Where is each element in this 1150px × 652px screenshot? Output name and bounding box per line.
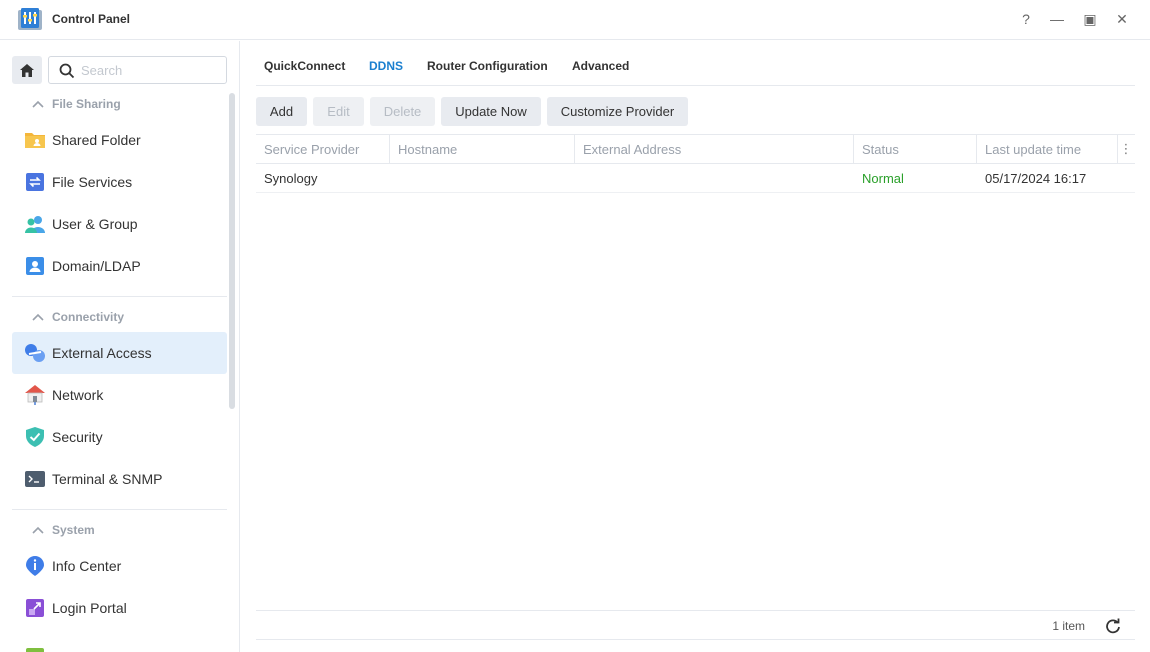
- search-input[interactable]: [81, 61, 221, 79]
- close-button[interactable]: ✕: [1113, 10, 1131, 28]
- sidebar-item-label: User & Group: [52, 216, 138, 232]
- tab-advanced[interactable]: Advanced: [572, 59, 629, 73]
- customize-provider-button[interactable]: Customize Provider: [547, 97, 688, 126]
- section-label: File Sharing: [52, 97, 121, 111]
- search-box[interactable]: [48, 56, 227, 84]
- search-icon: [59, 63, 75, 79]
- update-now-button[interactable]: Update Now: [441, 97, 541, 126]
- regional-options-icon: [24, 639, 46, 652]
- cell-service-provider: Synology: [264, 170, 318, 186]
- sidebar-item-label: Shared Folder: [52, 132, 141, 148]
- ddns-table: Service Provider Hostname External Addre…: [256, 134, 1135, 193]
- user-group-icon: [24, 213, 46, 235]
- file-services-icon: [24, 171, 46, 193]
- maximize-button[interactable]: ▣: [1081, 10, 1099, 28]
- sidebar-item-security[interactable]: Security: [12, 416, 227, 458]
- sidebar-item-label: Login Portal: [52, 600, 127, 616]
- column-header-hostname[interactable]: Hostname: [390, 135, 575, 163]
- delete-button[interactable]: Delete: [370, 97, 435, 126]
- control-panel-app-icon: [18, 8, 42, 30]
- home-icon: [20, 63, 34, 77]
- column-header-external-address[interactable]: External Address: [575, 135, 854, 163]
- sidebar-item-shared-folder[interactable]: Shared Folder: [12, 119, 227, 161]
- chevron-up-icon: [32, 100, 44, 108]
- domain-ldap-icon: [24, 255, 46, 277]
- help-button[interactable]: ?: [1017, 10, 1035, 28]
- login-portal-icon: [24, 597, 46, 619]
- tab-ddns[interactable]: DDNS: [369, 59, 403, 73]
- sidebar-item-label: Terminal & SNMP: [52, 471, 163, 487]
- sidebar-item-network[interactable]: Network: [12, 374, 227, 416]
- security-shield-icon: [24, 426, 46, 448]
- sidebar-item-file-services[interactable]: File Services: [12, 161, 227, 203]
- column-header-service-provider[interactable]: Service Provider: [256, 135, 390, 163]
- tab-router-configuration[interactable]: Router Configuration: [427, 59, 548, 73]
- cell-status: Normal: [862, 170, 904, 186]
- section-connectivity[interactable]: Connectivity: [12, 305, 227, 329]
- sidebar-item-info-center[interactable]: Info Center: [12, 545, 227, 587]
- section-divider: [12, 296, 227, 297]
- sidebar-item-label: External Access: [52, 345, 152, 361]
- add-button[interactable]: Add: [256, 97, 307, 126]
- tab-quickconnect[interactable]: QuickConnect: [264, 59, 345, 73]
- home-button[interactable]: [12, 56, 42, 84]
- section-divider: [12, 509, 227, 510]
- chevron-up-icon: [32, 313, 44, 321]
- section-label: Connectivity: [52, 310, 125, 324]
- cell-hostname: [390, 164, 575, 192]
- sidebar-item-domain-ldap[interactable]: Domain/LDAP: [12, 245, 227, 287]
- minimize-button[interactable]: —: [1048, 10, 1066, 28]
- sidebar-item-label: Info Center: [52, 558, 122, 574]
- edit-button[interactable]: Edit: [313, 97, 364, 126]
- terminal-icon: [24, 468, 46, 490]
- sidebar-item-terminal-snmp[interactable]: Terminal & SNMP: [12, 458, 227, 500]
- sidebar-scrollbar[interactable]: [229, 93, 235, 409]
- chevron-up-icon: [32, 526, 44, 534]
- column-menu-icon[interactable]: ⋮: [1117, 135, 1135, 163]
- tab-bar: QuickConnect DDNS Router Configuration A…: [256, 50, 1135, 86]
- table-footer: 1 item: [256, 610, 1135, 640]
- table-row[interactable]: Synology Normal 05/17/2024 16:17: [256, 164, 1135, 193]
- sidebar: File Sharing Shared Folder File Services…: [0, 41, 240, 652]
- sidebar-item-login-portal[interactable]: Login Portal: [12, 587, 227, 629]
- section-label: System: [52, 523, 95, 537]
- refresh-icon[interactable]: [1105, 618, 1121, 634]
- sidebar-item-external-access[interactable]: External Access: [12, 332, 227, 374]
- shared-folder-icon: [24, 129, 46, 151]
- cell-external-address: [575, 164, 854, 192]
- window-title: Control Panel: [52, 12, 131, 26]
- section-system[interactable]: System: [12, 518, 227, 542]
- network-icon: [24, 384, 46, 406]
- cell-last-update-time: 05/17/2024 16:17: [985, 170, 1087, 186]
- table-header: Service Provider Hostname External Addre…: [256, 134, 1135, 164]
- sidebar-item-partial[interactable]: [12, 629, 227, 652]
- sidebar-item-label: File Services: [52, 174, 133, 190]
- title-bar: Control Panel ? — ▣ ✕: [0, 0, 1150, 40]
- column-header-last-update-time[interactable]: Last update time: [977, 135, 1118, 163]
- item-count: 1 item: [1052, 619, 1085, 633]
- section-file-sharing[interactable]: File Sharing: [12, 92, 227, 116]
- info-center-icon: [24, 555, 46, 577]
- external-access-icon: [24, 342, 46, 364]
- sidebar-item-label: Network: [52, 387, 104, 403]
- sidebar-item-label: Domain/LDAP: [52, 258, 141, 274]
- sidebar-item-user-group[interactable]: User & Group: [12, 203, 227, 245]
- column-header-status[interactable]: Status: [854, 135, 977, 163]
- sidebar-item-label: Security: [52, 429, 103, 445]
